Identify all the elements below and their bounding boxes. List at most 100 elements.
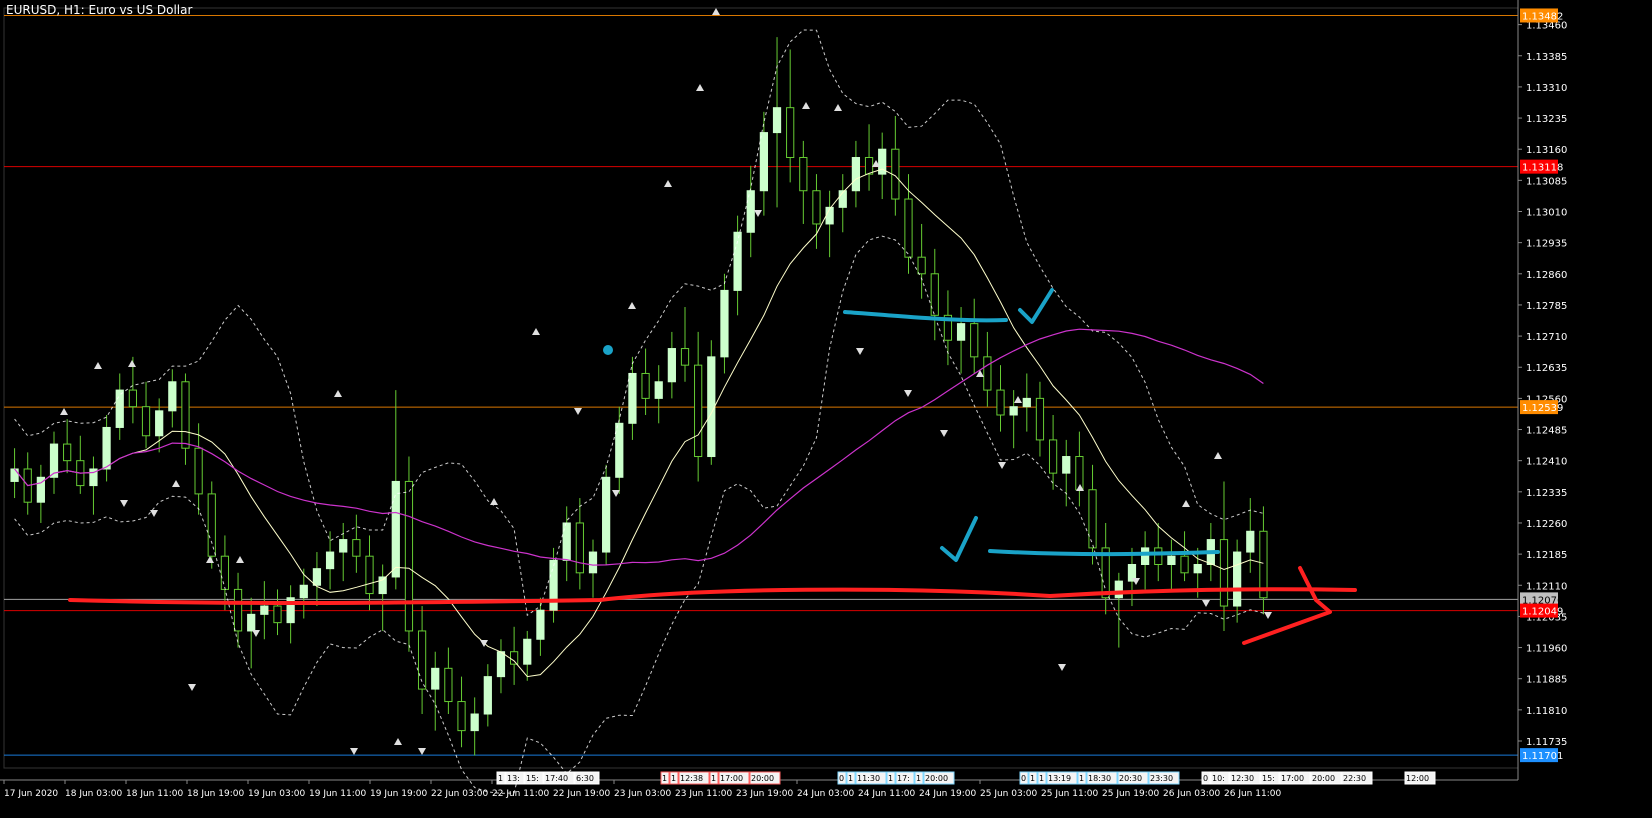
price-tick-label: 1.13160 <box>1526 145 1567 156</box>
fractal-arrow <box>904 390 912 397</box>
check-mark-drawing[interactable] <box>1018 288 1054 324</box>
check-mark-drawing[interactable] <box>940 516 978 562</box>
event-marker-text: 12:00 <box>1406 774 1429 783</box>
event-marker-text: 15: <box>1262 774 1275 783</box>
candle-body <box>628 372 637 424</box>
chart-title: EURUSD, H1: Euro vs US Dollar <box>6 3 193 17</box>
price-tick-label: 1.13235 <box>1526 114 1567 125</box>
candle-body <box>680 348 690 366</box>
event-marker-text: 1 <box>1030 774 1035 783</box>
event-marker-text: 1 <box>1039 774 1044 783</box>
fractal-arrow <box>712 8 720 15</box>
fractal-arrow <box>334 390 342 397</box>
time-label: 17 Jun 2020 <box>4 789 58 799</box>
candle-body <box>786 107 795 159</box>
fractal-arrow <box>532 328 540 335</box>
event-marker-text: 20:30 <box>1119 774 1142 783</box>
candle-body <box>483 676 492 715</box>
event-marker-text: 17:00 <box>720 774 743 783</box>
time-label: 23 Jun 11:00 <box>675 789 732 799</box>
candle-body <box>509 651 519 665</box>
candle-body <box>496 651 506 678</box>
bollinger-lower-line <box>14 235 1264 794</box>
event-marker-text: 15: <box>526 774 539 783</box>
candle-body <box>457 701 466 732</box>
fractal-arrow <box>1014 396 1022 403</box>
fractal-arrow <box>120 500 128 507</box>
arrow-drawing[interactable] <box>1242 566 1332 645</box>
plot-frame <box>3 7 1519 769</box>
price-tick-label: 1.11735 <box>1526 737 1567 748</box>
candle-body <box>615 422 624 478</box>
event-marker-text: 23:30 <box>1150 774 1173 783</box>
moving-average-fast-line <box>14 168 1264 678</box>
price-tick-label: 1.13085 <box>1526 176 1567 187</box>
fractal-arrow <box>1058 664 1066 671</box>
candle-body <box>63 443 72 462</box>
bollinger-upper-line <box>14 29 1264 617</box>
time-label: 24 Jun 19:00 <box>919 789 976 799</box>
candle-body <box>1193 564 1202 574</box>
candle-body <box>102 426 111 470</box>
candle-body <box>115 389 124 428</box>
time-label: 25 Jun 03:00 <box>980 789 1037 799</box>
resistance-drawing-line[interactable] <box>843 310 1008 323</box>
price-tick-label: 1.12635 <box>1526 363 1567 374</box>
time-label: 22 Jun 19:00 <box>553 789 610 799</box>
candle-body <box>260 605 269 615</box>
price-tick-label: 1.11810 <box>1526 706 1567 717</box>
fractal-arrow <box>574 408 582 415</box>
support-drawing-line[interactable] <box>68 587 1357 606</box>
candle-body <box>391 480 400 578</box>
candle-body <box>339 539 348 553</box>
candle-body <box>1035 397 1045 441</box>
chart-window[interactable]: 1.13460 1.13385 1.13310 1.13235 1.13160 1.130… <box>0 0 1652 818</box>
event-marker-text: 17: <box>897 774 910 783</box>
candle-body <box>851 157 861 192</box>
candle-body <box>917 256 926 275</box>
price-tick-label: 1.13010 <box>1526 207 1567 218</box>
candle-body <box>904 198 913 258</box>
fractal-arrow <box>94 362 102 369</box>
time-label: 26 Jun 11:00 <box>1224 789 1281 799</box>
price-chart[interactable]: 1.134601.133851.133101.132351.131601.130… <box>0 0 1652 818</box>
event-marker-text: 0 <box>1203 774 1208 783</box>
candle-body <box>325 551 335 570</box>
candle-body <box>970 323 979 358</box>
event-marker-text: 1 <box>888 774 893 783</box>
event-marker-text: 6:30 <box>576 774 594 783</box>
price-tick-label: 1.11960 <box>1526 644 1567 655</box>
fractal-arrow <box>998 462 1006 469</box>
price-tick-label: 1.11885 <box>1526 675 1567 686</box>
event-marker-text: 1 <box>711 774 716 783</box>
candle-body <box>444 667 453 703</box>
fractal-arrow <box>188 684 196 691</box>
event-marker-text: 1 <box>1079 774 1084 783</box>
price-tick-label: 1.12485 <box>1526 426 1567 437</box>
candle-body <box>1233 551 1242 607</box>
candle-body <box>575 522 584 574</box>
fractal-arrow <box>394 738 402 745</box>
point-marker-dot[interactable] <box>603 345 613 355</box>
event-marker-text: 18:30 <box>1088 774 1111 783</box>
fractal-arrow <box>150 510 158 517</box>
candle-body <box>930 273 939 316</box>
candle-body <box>694 364 703 458</box>
event-marker-text: 1 <box>498 774 503 783</box>
fractal-arrow <box>252 630 260 637</box>
price-tick-label: 1.12110 <box>1526 581 1567 592</box>
candle-body <box>996 389 1005 416</box>
candle-body <box>641 372 650 399</box>
time-label: 22 Jun 03:00 <box>431 789 488 799</box>
time-label: 24 Jun 03:00 <box>797 789 854 799</box>
moving-average-slow-line <box>14 328 1264 566</box>
candle-body <box>956 323 966 341</box>
candle-body <box>1167 555 1176 566</box>
fractal-arrow <box>856 348 864 355</box>
candle-body <box>312 568 322 586</box>
fractal-arrow <box>1182 500 1190 507</box>
event-marker-text: 0 <box>839 774 844 783</box>
time-label: 26 Jun 03:00 <box>1163 789 1220 799</box>
candle-body <box>654 381 663 399</box>
time-label: 25 Jun 11:00 <box>1041 789 1098 799</box>
